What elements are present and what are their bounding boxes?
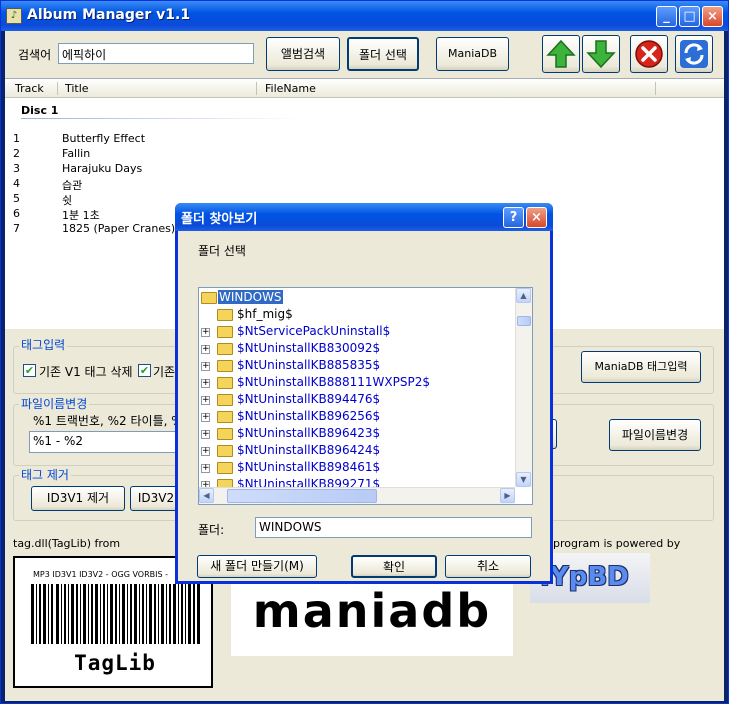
folder-icon	[217, 394, 233, 406]
track-title[interactable]: Butterfly Effect	[62, 132, 145, 145]
barcode-caption: MP3 ID3V1 ID3V2 - OGG VORBIS -	[33, 570, 168, 579]
green-up-arrow-icon	[546, 39, 576, 68]
taglib-logo-text: TagLib	[53, 651, 177, 677]
track-title[interactable]: 1825 (Paper Cranes)	[62, 222, 175, 235]
taglib-credit: tag.dll(TagLib) from	[13, 537, 121, 550]
music-note-icon: ♪	[6, 8, 22, 24]
album-search-button[interactable]: 앨범검색	[266, 37, 340, 71]
dialog-title-bar[interactable]: 폴더 찾아보기 ? ×	[175, 203, 553, 231]
dialog-instruction: 폴더 선택	[198, 244, 246, 258]
track-num: 7	[13, 222, 20, 235]
scroll-left-icon[interactable]: ◀	[199, 488, 214, 503]
title-bar[interactable]: ♪ Album Manager v1.1 _ □ ×	[1, 1, 728, 31]
folder-icon	[217, 377, 233, 389]
track-title[interactable]: 습관	[62, 177, 82, 193]
folder-tree[interactable]: WINDOWS $hf_mig$ + $NtServicePackUninsta…	[198, 287, 533, 505]
maniadb-logo: maniadb	[231, 576, 513, 656]
remove-v1-tag-label: 기존 V1 태그 삭제	[39, 365, 133, 379]
red-x-icon	[635, 40, 663, 68]
cancel-button[interactable]: 취소	[445, 555, 531, 578]
scroll-down-icon[interactable]: ▼	[516, 472, 531, 487]
search-input[interactable]: 에픽하이	[58, 43, 254, 64]
dialog-title: 폴더 찾아보기	[181, 212, 258, 227]
powered-by-text: program is powered by	[553, 537, 681, 550]
maximize-button[interactable]: □	[679, 6, 700, 27]
column-filename[interactable]: FileName	[265, 82, 316, 95]
dialog-body: 폴더 선택 WINDOWS $hf_mig$ + $NtServicePackU…	[178, 231, 550, 581]
track-num: 3	[13, 162, 20, 175]
green-down-arrow-icon	[586, 40, 616, 69]
track-num: 1	[13, 132, 20, 145]
folder-field-label: 폴더:	[198, 523, 225, 537]
tree-vertical-scrollbar[interactable]: ▲ ▼	[515, 288, 532, 487]
folder-field[interactable]: WINDOWS	[255, 517, 532, 538]
disc-group-header: Disc 1	[21, 104, 59, 117]
scroll-thumb[interactable]	[517, 316, 531, 326]
track-title[interactable]: 쉿	[62, 192, 72, 208]
track-num: 5	[13, 192, 20, 205]
scroll-right-icon[interactable]: ▶	[500, 488, 515, 503]
move-up-button[interactable]	[542, 35, 580, 73]
remove-existing-label: 기존	[153, 365, 176, 379]
folder-icon	[217, 326, 233, 338]
folder-icon	[217, 462, 233, 474]
folder-select-button[interactable]: 폴더 선택	[347, 37, 419, 71]
rename-group-label: 파일이름변경	[19, 395, 90, 412]
track-list-header: Track Title FileName	[5, 79, 724, 98]
barcode-graphic	[31, 584, 200, 644]
folder-icon	[217, 445, 233, 457]
close-button[interactable]: ×	[702, 6, 723, 27]
remove-existing-checkbox[interactable]: ✔	[138, 364, 151, 377]
track-title[interactable]: Harajuku Days	[62, 162, 142, 175]
new-folder-button[interactable]: 새 폴더 만들기(M)	[197, 555, 317, 578]
maniadb-button[interactable]: ManiaDB	[436, 37, 509, 71]
delete-button[interactable]	[630, 35, 668, 73]
maniadb-logo-text: maniadb	[252, 584, 492, 638]
rename-pattern-input[interactable]: %1 - %2	[29, 431, 179, 453]
rename-files-button[interactable]: 파일이름변경	[609, 419, 701, 451]
scroll-thumb[interactable]	[227, 489, 377, 503]
scroll-up-icon[interactable]: ▲	[516, 288, 531, 303]
help-question-icon[interactable]: ?	[503, 207, 524, 228]
refresh-button[interactable]	[675, 35, 713, 73]
tag-remove-group-label: 태그 제거	[19, 466, 71, 483]
folder-icon	[217, 343, 233, 355]
ypbd-logo-text: .YpBD	[540, 562, 629, 592]
folder-icon	[217, 360, 233, 372]
folder-icon	[217, 428, 233, 440]
folder-open-icon	[201, 292, 217, 304]
folder-browse-dialog: 폴더 찾아보기 ? × 폴더 선택 WINDOWS $hf_mig$ + $Nt…	[175, 203, 553, 584]
dialog-close-button[interactable]: ×	[526, 207, 547, 228]
maniadb-tag-input-button[interactable]: ManiaDB 태그입력	[581, 351, 701, 383]
column-track[interactable]: Track	[15, 82, 44, 95]
tree-horizontal-scrollbar[interactable]: ◀ ▶	[199, 487, 515, 504]
ok-button[interactable]: 확인	[351, 555, 437, 578]
refresh-icon	[680, 40, 708, 68]
search-label: 검색어	[18, 48, 52, 62]
remove-id3v1-button[interactable]: ID3V1 제거	[31, 486, 125, 511]
folder-icon	[217, 309, 233, 321]
track-num: 4	[13, 177, 20, 190]
move-down-button[interactable]	[582, 35, 620, 73]
track-title[interactable]: 1분 1초	[62, 207, 100, 223]
track-num: 6	[13, 207, 20, 220]
track-num: 2	[13, 147, 20, 160]
minimize-button[interactable]: _	[656, 6, 677, 27]
tag-input-group-label: 태그입력	[19, 336, 68, 353]
window-title: Album Manager v1.1	[27, 7, 191, 23]
track-title[interactable]: Fallin	[62, 147, 90, 160]
rename-hint: %1 트랙번호, %2 타이틀, %	[33, 414, 183, 428]
column-title[interactable]: Title	[65, 82, 89, 95]
folder-icon	[217, 411, 233, 423]
remove-v1-tag-checkbox[interactable]: ✔	[23, 364, 36, 377]
